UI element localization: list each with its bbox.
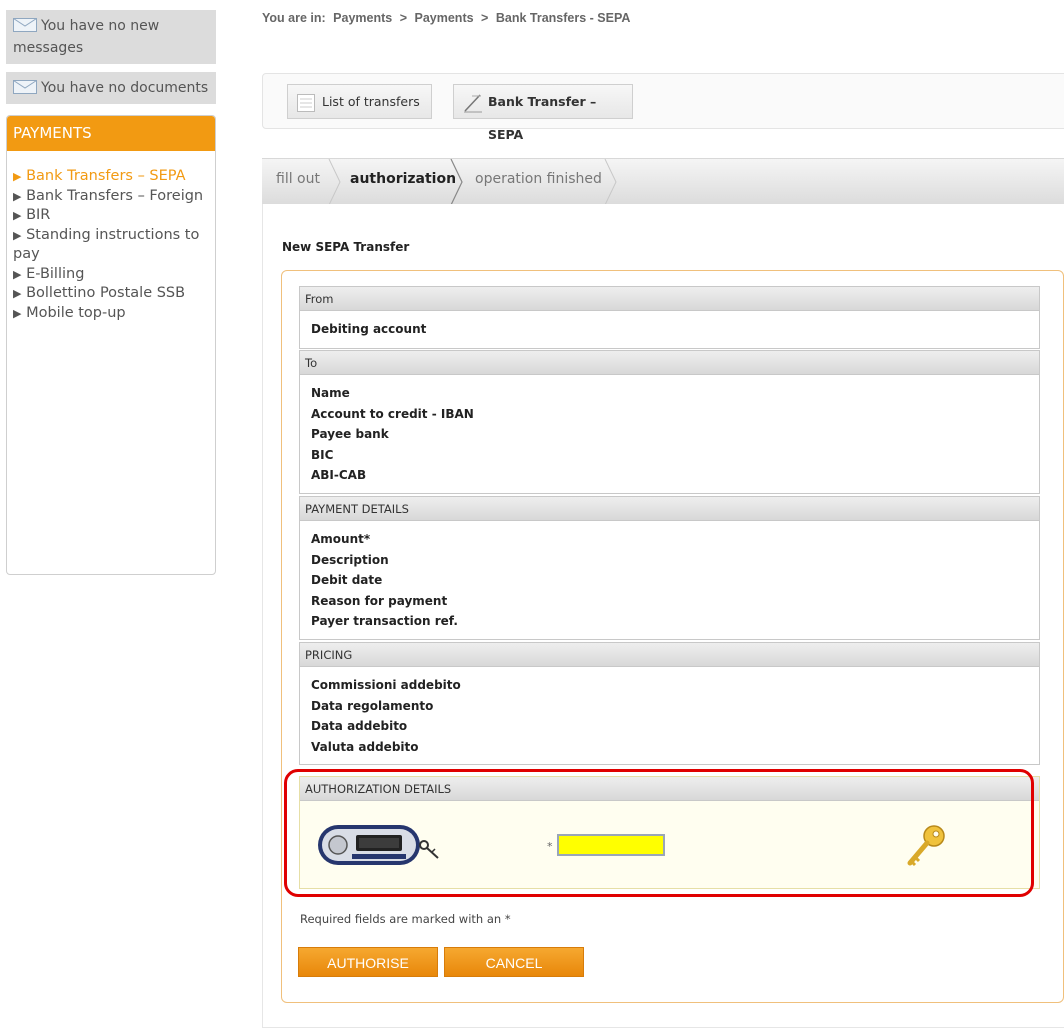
required-fields-note: Required fields are marked with an *	[300, 912, 511, 926]
envelope-icon	[13, 18, 37, 38]
payments-header: PAYMENTS	[7, 116, 215, 151]
section-header: From	[300, 287, 1039, 311]
section-from: From Debiting account	[299, 286, 1040, 349]
section-header: PAYMENT DETAILS	[300, 497, 1039, 521]
field-data-addebito: Data addebito	[311, 719, 408, 733]
field-abi-cab: ABI-CAB	[311, 468, 367, 482]
authorise-button[interactable]: AUTHORISE	[298, 947, 438, 977]
sidebar-item-label: Bank Transfers – Foreign	[26, 187, 204, 204]
triangle-right-icon: ▶	[13, 267, 22, 281]
breadcrumb-current: Bank Transfers - SEPA	[495, 11, 631, 25]
form-title: New SEPA Transfer	[282, 240, 410, 254]
triangle-right-icon: ▶	[13, 228, 22, 242]
field-data-regolamento: Data regolamento	[311, 698, 434, 713]
section-header: To	[300, 351, 1039, 375]
breadcrumb-prefix: You are in:	[262, 11, 326, 25]
sidebar-item-label: Mobile top-up	[26, 304, 126, 321]
sidebar-item-label: BIR	[26, 207, 51, 223]
section-payment-details: PAYMENT DETAILS Amount* Description Debi…	[299, 496, 1040, 640]
envelope-icon	[13, 80, 37, 100]
chevron-right-icon	[328, 159, 341, 205]
documents-notice[interactable]: You have no documents	[6, 72, 216, 104]
list-icon	[296, 92, 316, 125]
payments-panel: PAYMENTS ▶ Bank Transfers – SEPA ▶ Bank …	[6, 115, 216, 575]
sidebar-item-standing-instructions[interactable]: ▶ Standing instructions to pay	[13, 226, 215, 265]
cancel-button[interactable]: CANCEL	[444, 947, 584, 977]
step-operation-finished: operation finished	[475, 171, 602, 187]
sidebar-item-e-billing[interactable]: ▶ E-Billing	[13, 265, 215, 285]
documents-text: You have no documents	[41, 80, 209, 96]
messages-notice[interactable]: You have no new messages	[6, 10, 216, 64]
list-of-transfers-label: List of transfers	[322, 94, 420, 109]
field-payer-transaction-ref: Payer transaction ref.	[311, 614, 458, 628]
breadcrumb-separator: >	[481, 11, 489, 25]
field-bic: BIC	[311, 447, 334, 462]
sidebar-item-bank-transfers-sepa[interactable]: ▶ Bank Transfers – SEPA	[13, 167, 215, 187]
triangle-right-icon: ▶	[13, 170, 22, 183]
field-valuta-addebito: Valuta addebito	[311, 739, 419, 754]
transfer-toolbar: List of transfers Bank Transfer – SEPA	[262, 73, 1064, 142]
sidebar-item-mobile-top-up[interactable]: ▶ Mobile top-up	[13, 304, 215, 324]
chevron-right-icon	[450, 159, 463, 205]
bank-transfer-sepa-label: Bank Transfer – SEPA	[488, 94, 597, 142]
sidebar-item-bank-transfers-foreign[interactable]: ▶ Bank Transfers – Foreign	[13, 187, 215, 207]
bank-transfer-sepa-button[interactable]: Bank Transfer – SEPA	[453, 84, 633, 142]
progress-steps: fill out authorization operation finishe…	[262, 158, 1064, 205]
breadcrumb-separator: >	[399, 11, 408, 25]
sidebar-item-label: Standing instructions to pay	[13, 226, 200, 263]
field-description: Description	[311, 552, 389, 567]
field-debit-date: Debit date	[311, 573, 383, 587]
pen-icon	[462, 92, 484, 125]
step-fill-out: fill out	[276, 171, 320, 187]
breadcrumb-item[interactable]: Payments	[415, 11, 474, 25]
triangle-right-icon: ▶	[13, 287, 22, 300]
triangle-right-icon: ▶	[13, 209, 22, 222]
breadcrumb: You are in: Payments > Payments > Bank T…	[262, 11, 634, 25]
triangle-right-icon: ▶	[13, 189, 22, 203]
highlight-callout	[284, 769, 1034, 897]
triangle-right-icon: ▶	[13, 306, 22, 320]
field-amount: Amount*	[311, 532, 371, 546]
section-pricing: PRICING Commissioni addebito Data regola…	[299, 642, 1040, 765]
field-payee-bank: Payee bank	[311, 427, 389, 441]
sidebar-item-label: Bank Transfers – SEPA	[26, 168, 186, 184]
breadcrumb-item[interactable]: Payments	[333, 11, 392, 25]
section-to: To Name Account to credit - IBAN Payee b…	[299, 350, 1040, 494]
sidebar-item-label: E-Billing	[26, 265, 85, 282]
sidebar-item-label: Bollettino Postale SSB	[26, 285, 186, 301]
sidebar-item-bollettino-postale[interactable]: ▶ Bollettino Postale SSB	[13, 284, 215, 304]
payments-menu: ▶ Bank Transfers – SEPA ▶ Bank Transfers…	[7, 151, 215, 323]
field-debiting-account: Debiting account	[311, 322, 427, 336]
field-name: Name	[311, 386, 350, 400]
field-commissioni-addebito: Commissioni addebito	[311, 678, 461, 692]
field-reason-for-payment: Reason for payment	[311, 593, 448, 608]
step-authorization: authorization	[350, 171, 457, 187]
chevron-right-icon	[604, 159, 617, 205]
section-header: PRICING	[300, 643, 1039, 667]
field-iban: Account to credit - IBAN	[311, 406, 474, 421]
sidebar-item-bir[interactable]: ▶ BIR	[13, 206, 215, 226]
list-of-transfers-button[interactable]: List of transfers	[287, 84, 432, 119]
